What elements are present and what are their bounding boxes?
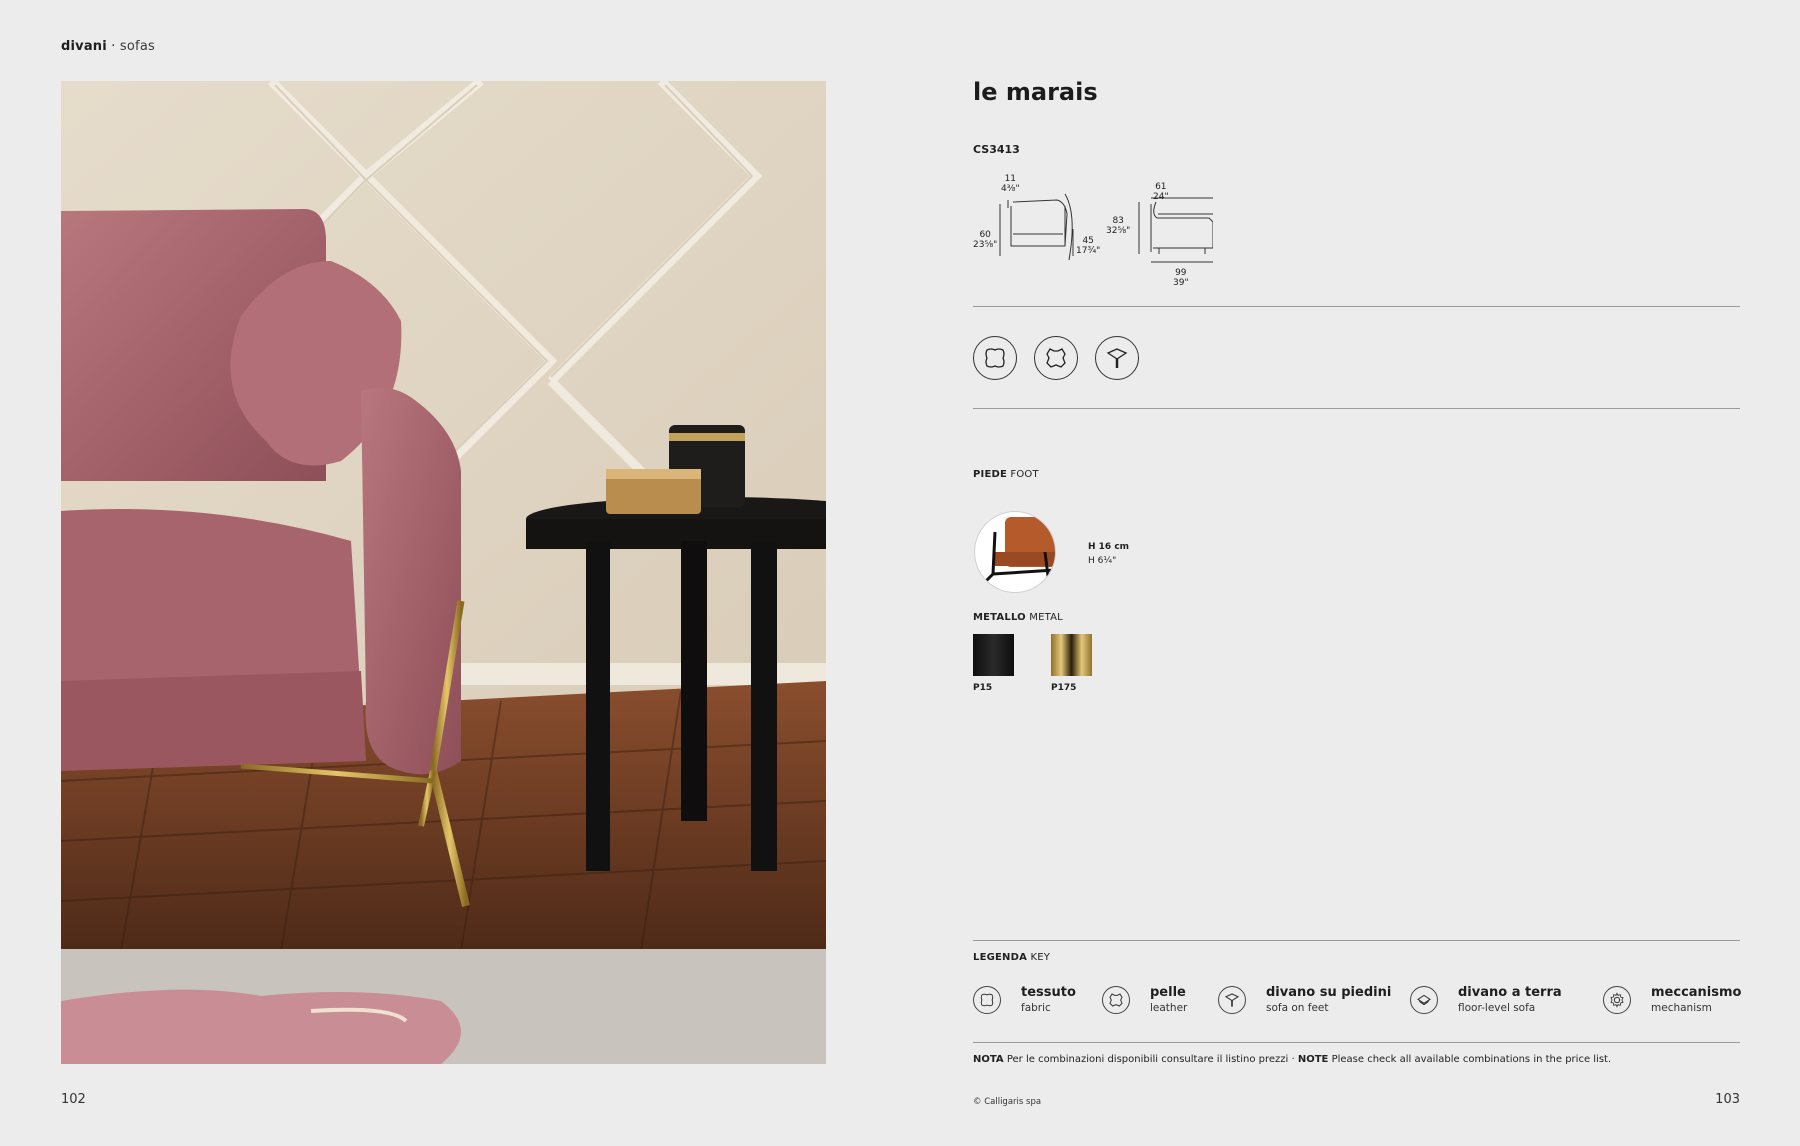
leather-icon [1102, 986, 1130, 1014]
swatch-p15-code: P15 [973, 683, 993, 693]
fabric-icon [973, 336, 1017, 380]
dim-top-cm: 11 [1004, 174, 1017, 184]
legend-subtitle: fabric [1021, 1002, 1051, 1014]
feet-icon [1095, 336, 1139, 380]
foot-height-in: H 6¼" [1088, 556, 1117, 566]
divider-top [973, 306, 1740, 307]
legend-item-floor: divano a terra floor-level sofa [1410, 984, 1562, 1016]
dim-width-cm: 99 [1175, 268, 1187, 278]
swatch-p175-code: P175 [1051, 683, 1077, 693]
divider-middle [973, 408, 1740, 409]
dim-height-side: 83 32⅝" [1106, 216, 1130, 236]
dim-depth-top-cm: 61 [1155, 182, 1167, 192]
copyright: © Calligaris spa [973, 1097, 1042, 1107]
foot-height: H 16 cm H 6¼" [1088, 540, 1129, 568]
metal-label-en: METAL [1029, 612, 1063, 623]
legend-item-leather: pelle leather [1102, 984, 1187, 1016]
note-text-it: Per le combinazioni disponibili consulta… [1006, 1054, 1298, 1065]
divider-legend [973, 940, 1740, 941]
note: NOTA Per le combinazioni disponibili con… [973, 1054, 1611, 1065]
product-code: CS3413 [973, 143, 1020, 156]
dim-top-in: 4⅜" [1001, 184, 1020, 194]
fabric-icon [973, 986, 1001, 1014]
foot-label: PIEDE FOOT [973, 469, 1039, 480]
section-title-en: sofas [119, 39, 155, 54]
legend-label: LEGENDA KEY [973, 952, 1050, 963]
dimension-drawings: 11 4⅜" 60 23⅝" 45 17¾" 61 24" 83 32⅝" 99… [973, 174, 1213, 294]
dim-seat: 45 17¾" [1076, 236, 1100, 256]
dim-top-front: 11 4⅜" [1001, 174, 1020, 194]
dim-width: 99 39" [1173, 268, 1189, 288]
legend-title: meccanismo [1651, 985, 1742, 1000]
divider-note [973, 1042, 1740, 1043]
dim-height-side-in: 32⅝" [1106, 226, 1131, 236]
legend-subtitle: sofa on feet [1266, 1002, 1329, 1014]
section-title-it: divani [61, 39, 107, 54]
dim-seat-cm: 45 [1082, 236, 1094, 246]
dim-seat-in: 17¾" [1076, 246, 1101, 256]
leather-icon [1034, 336, 1078, 380]
dim-width-in: 39" [1173, 278, 1189, 288]
legend-label-it: LEGENDA [973, 952, 1028, 963]
legend-title: divano a terra [1458, 985, 1562, 1000]
legend-item-feet: divano su piedini sofa on feet [1218, 984, 1391, 1016]
legend-label-en: KEY [1030, 952, 1051, 963]
page-number-left: 102 [61, 1092, 86, 1107]
dim-height-side-cm: 83 [1112, 216, 1124, 226]
legend-title: tessuto [1021, 985, 1076, 1000]
legend-subtitle: leather [1150, 1002, 1188, 1014]
feet-icon [1218, 986, 1246, 1014]
foot-label-it: PIEDE [973, 469, 1008, 480]
legend-subtitle: floor-level sofa [1458, 1002, 1536, 1014]
dim-height-front: 60 23⅝" [973, 230, 997, 250]
legend-title: divano su piedini [1266, 985, 1392, 1000]
dim-height-front-cm: 60 [979, 230, 991, 240]
dim-depth-top-in: 24" [1153, 192, 1169, 202]
product-title: le marais [973, 78, 1098, 106]
legend-title: pelle [1150, 985, 1186, 1000]
floor-icon [1410, 986, 1438, 1014]
metal-label-it: METALLO [973, 612, 1026, 623]
section-heading: divani · sofas [61, 39, 155, 54]
note-label-it: NOTA [973, 1054, 1004, 1065]
dim-height-front-in: 23⅝" [973, 240, 998, 250]
product-photo [61, 81, 826, 1064]
swatch-p15 [973, 634, 1014, 676]
gear-icon [1603, 986, 1631, 1014]
page-number-right: 103 [1715, 1092, 1740, 1107]
legend-subtitle: mechanism [1651, 1002, 1712, 1014]
metal-label: METALLO METAL [973, 612, 1063, 623]
foot-label-en: FOOT [1010, 469, 1039, 480]
swatch-p175 [1051, 634, 1092, 676]
note-label-en: NOTE [1297, 1054, 1329, 1065]
legend-item-fabric: tessuto fabric [973, 984, 1076, 1016]
foot-image [974, 511, 1056, 593]
section-separator: · [106, 39, 120, 54]
dim-depth-top: 61 24" [1153, 182, 1169, 202]
legend-item-mechanism: meccanismo mechanism [1603, 984, 1741, 1016]
note-text-en: Please check all available combinations … [1331, 1054, 1612, 1065]
foot-height-cm: H 16 cm [1088, 542, 1130, 552]
